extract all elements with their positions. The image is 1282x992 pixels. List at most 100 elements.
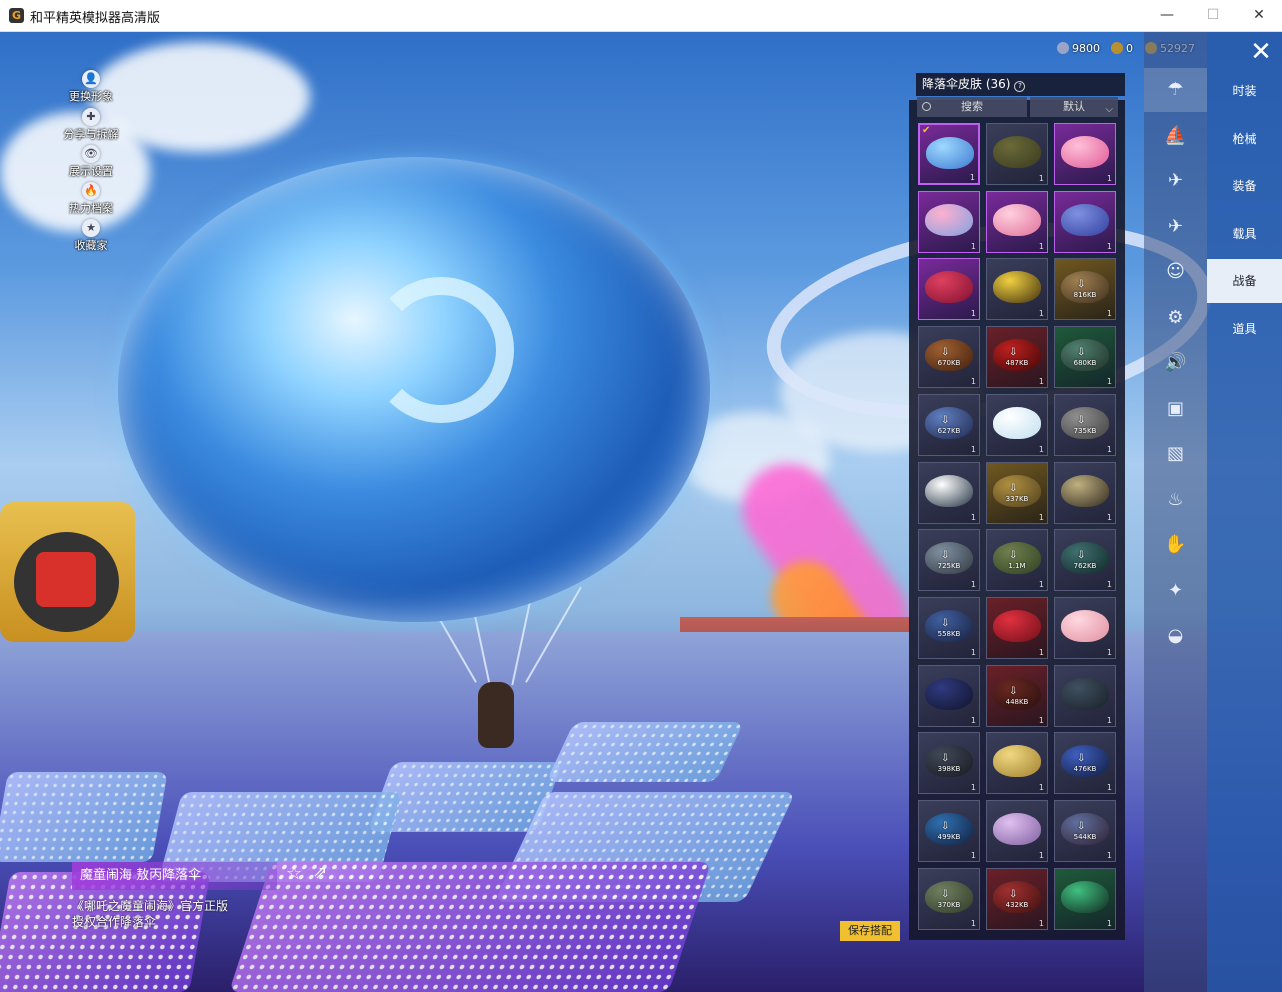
skin-count: 1 [1106, 647, 1112, 657]
skin-tile[interactable]: 1 [986, 258, 1048, 321]
parachute-thumbnail [993, 609, 1041, 642]
parachute-thumbnail [993, 406, 1041, 439]
skin-tile[interactable]: ⇩ 448KB 1 [986, 664, 1048, 727]
helmet-icon[interactable]: ◒ [1144, 614, 1207, 658]
extinguisher-icon[interactable]: ♨ [1144, 478, 1207, 522]
gem-icon [1057, 42, 1069, 54]
download-size: 398KB [937, 765, 961, 774]
skin-tile[interactable]: ⇩ 725KB 1 [918, 529, 980, 592]
skin-tile[interactable]: 1 [986, 393, 1048, 456]
skin-tile[interactable]: 1 [986, 800, 1048, 862]
skin-tile[interactable]: 1 [986, 732, 1048, 795]
download-icon: ⇩ [941, 753, 950, 765]
close-window-button[interactable]: ✕ [1244, 4, 1274, 26]
category-tab-5[interactable]: 道具 [1207, 307, 1282, 351]
skin-tile[interactable]: 1 [918, 190, 980, 253]
download-icon: ⇩ [1009, 685, 1018, 697]
skin-tile[interactable]: 1 [1054, 596, 1116, 659]
skin-tile[interactable]: ⇩ 816KB 1 [1054, 258, 1116, 321]
download-size: 1.1M [1008, 562, 1026, 571]
skin-count: 1 [970, 377, 976, 387]
maximize-button[interactable]: ☐ [1198, 4, 1228, 26]
chevron-down-icon: ⌵ [1105, 104, 1113, 115]
skin-tile[interactable]: 1 [1054, 664, 1116, 727]
download-size: 544KB [1073, 833, 1097, 841]
skin-tile[interactable]: 1 [918, 664, 980, 727]
skin-tile[interactable]: 1 [1054, 190, 1116, 253]
skin-tile[interactable]: ⇩ 432KB 1 [986, 867, 1048, 930]
skin-count: 1 [1038, 241, 1044, 251]
plane-icon[interactable]: ✈ [1144, 159, 1207, 203]
share-split-button[interactable]: ✚ 分享与拆解 [64, 108, 119, 142]
skin-tile[interactable]: ⇩ 487KB 1 [986, 326, 1048, 389]
skin-tile[interactable]: ⇩ 544KB 1 [1054, 800, 1116, 862]
parachute-preview[interactable] [118, 157, 710, 622]
clap-icon[interactable]: ✋ [1144, 523, 1207, 567]
boat-icon[interactable]: ⛵ [1144, 114, 1207, 158]
collector-button[interactable]: ★ 收藏家 [66, 219, 116, 253]
jet-icon[interactable]: ✈ [1144, 205, 1207, 249]
item-name: 魔童闹海 敖丙降落伞 [72, 862, 277, 890]
skin-count: 1 [1106, 715, 1112, 725]
face-icon[interactable]: ▣ [1144, 387, 1207, 431]
skin-count: 1 [1106, 851, 1112, 860]
category-tab-4[interactable]: 战备 [1207, 259, 1282, 303]
help-icon[interactable]: ? [1014, 81, 1026, 92]
skin-tile[interactable]: ✔ 1 [918, 123, 980, 185]
download-icon: ⇩ [1009, 347, 1018, 359]
skin-tile[interactable]: ⇩ 1.1M 1 [986, 529, 1048, 592]
sort-dropdown[interactable]: 默认 ⌵ [1030, 97, 1118, 117]
parachute-thumbnail [993, 203, 1041, 236]
flame-icon: 🔥 [82, 182, 100, 200]
category-tab-3[interactable]: 载具 [1207, 212, 1282, 256]
download-size: 499KB [937, 833, 961, 841]
download-icon: ⇩ [941, 550, 950, 562]
skin-tile[interactable]: ⇩ 680KB 1 [1054, 326, 1116, 389]
skin-tile[interactable]: ⇩ 558KB 1 [918, 596, 980, 659]
favorite-star-icon[interactable]: ☆ [286, 863, 302, 884]
download-size: 762KB [1073, 562, 1097, 571]
download-icon: ⇩ [941, 347, 950, 359]
skin-count: 1 [970, 580, 976, 590]
download-icon: ⇩ [941, 821, 950, 832]
heat-profile-button[interactable]: 🔥 热力档案 [66, 182, 116, 216]
category-tab-2[interactable]: 装备 [1207, 164, 1282, 208]
display-settings-button[interactable]: 👁 展示设置 [66, 145, 116, 179]
skin-tile[interactable]: 1 [918, 461, 980, 524]
skin-tile[interactable]: 1 [1054, 123, 1116, 185]
skin-tile[interactable]: ⇩ 627KB 1 [918, 393, 980, 456]
minimize-button[interactable]: — [1152, 4, 1182, 26]
share-icon[interactable]: ⇗ [313, 863, 327, 883]
skin-tile[interactable]: ⇩ 670KB 1 [918, 326, 980, 389]
search-input[interactable]: 搜索 [917, 97, 1027, 117]
wand-icon[interactable]: ✦ [1144, 569, 1207, 613]
save-outfit-button[interactable]: 保存搭配 [840, 921, 900, 941]
skin-tile[interactable]: 1 [986, 123, 1048, 185]
collector-icon: ★ [82, 219, 100, 237]
robot-icon[interactable]: ⚙ [1144, 296, 1207, 340]
skin-tile[interactable]: 1 [986, 190, 1048, 253]
sound-icon[interactable]: 🔊 [1144, 341, 1207, 385]
skin-tile[interactable]: ⇩ 735KB 1 [1054, 393, 1116, 456]
emote-icon[interactable]: ☺ [1144, 250, 1207, 294]
skin-tile[interactable]: ⇩ 398KB 1 [918, 732, 980, 795]
app-icon: G [9, 8, 24, 23]
skin-tile[interactable]: ⇩ 370KB 1 [918, 867, 980, 930]
category-tab-0[interactable]: 时装 [1207, 69, 1282, 113]
skin-tile[interactable]: ⇩ 762KB 1 [1054, 529, 1116, 592]
skin-tile[interactable]: 1 [918, 258, 980, 321]
skin-tile[interactable]: 1 [1054, 867, 1116, 930]
skin-tile[interactable]: 1 [986, 596, 1048, 659]
skin-tile[interactable]: ⇩ 499KB 1 [918, 800, 980, 862]
picture-icon[interactable]: ▧ [1144, 432, 1207, 476]
skin-count: 1 [970, 851, 976, 860]
category-tab-1[interactable]: 枪械 [1207, 117, 1282, 161]
skin-count: 1 [1106, 309, 1112, 319]
skin-tile[interactable]: ⇩ 476KB 1 [1054, 732, 1116, 795]
skin-tile[interactable]: ⇩ 337KB 1 [986, 461, 1048, 524]
parachute-icon[interactable]: ☂ [1144, 68, 1207, 112]
skin-tile[interactable]: 1 [1054, 461, 1116, 524]
close-icon[interactable]: ✕ [1246, 37, 1276, 67]
change-avatar-button[interactable]: 👤 更换形象 [66, 70, 116, 104]
skin-count: 1 [1038, 783, 1044, 793]
